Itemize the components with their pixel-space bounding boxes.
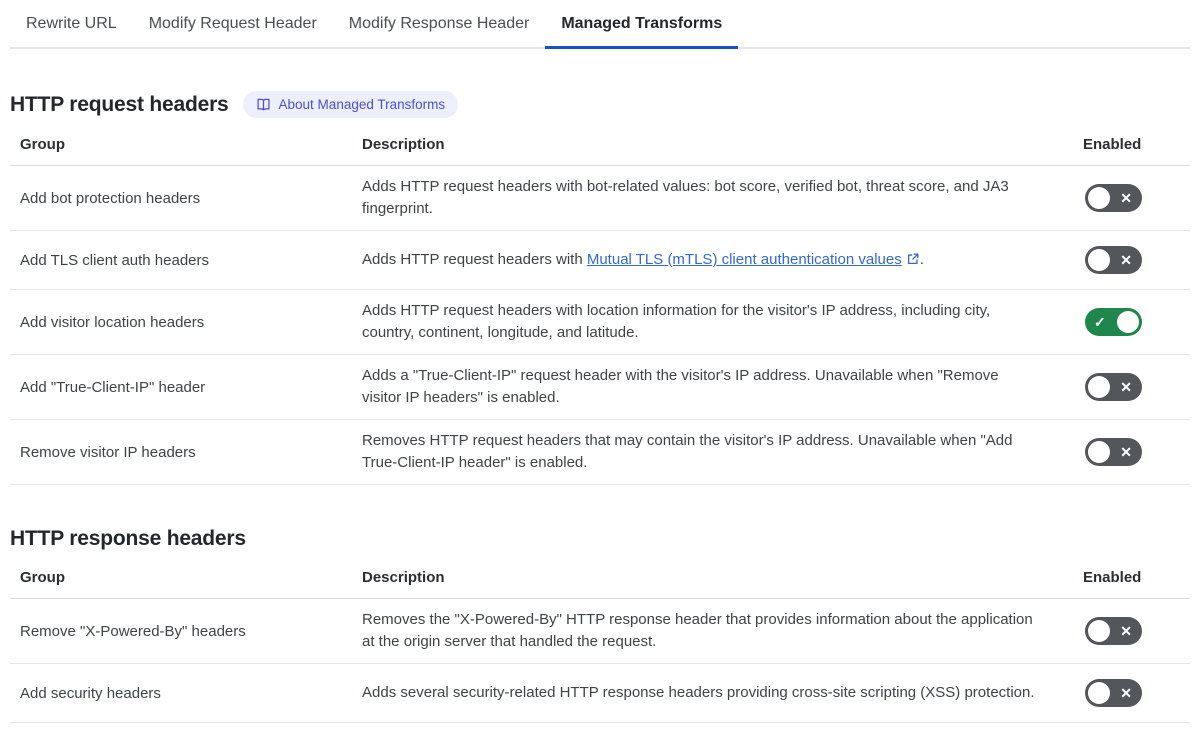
toggle-knob bbox=[1088, 441, 1110, 463]
toggle-add-visitor-location-headers[interactable]: ✕ ✓ bbox=[1085, 308, 1142, 336]
table-header-row: Group Description Enabled bbox=[10, 563, 1190, 599]
toggle-knob bbox=[1088, 376, 1110, 398]
external-link-icon bbox=[902, 251, 920, 268]
request-headers-table: Group Description Enabled Add bot protec… bbox=[10, 130, 1190, 485]
check-icon: ✓ bbox=[1094, 314, 1106, 330]
x-icon: ✕ bbox=[1120, 685, 1132, 701]
toggle-knob bbox=[1088, 682, 1110, 704]
column-header-description: Description bbox=[362, 130, 1080, 166]
group-description: Adds HTTP request headers with location … bbox=[362, 289, 1080, 355]
group-description: Removes the "X-Powered-By" HTTP response… bbox=[362, 598, 1080, 664]
tab-modify-request-header[interactable]: Modify Request Header bbox=[133, 0, 333, 47]
group-name: Add TLS client auth headers bbox=[10, 230, 362, 290]
column-header-group: Group bbox=[10, 563, 362, 599]
x-icon: ✕ bbox=[1120, 379, 1132, 395]
tab-rewrite-url[interactable]: Rewrite URL bbox=[10, 0, 133, 47]
x-icon: ✕ bbox=[1120, 444, 1132, 460]
table-row: Remove "X-Powered-By" headers Removes th… bbox=[10, 598, 1190, 664]
response-headers-section-header: HTTP response headers bbox=[10, 527, 1190, 551]
response-headers-table: Group Description Enabled Remove "X-Powe… bbox=[10, 563, 1190, 723]
group-name: Remove visitor IP headers bbox=[10, 419, 362, 485]
section-title: HTTP response headers bbox=[10, 527, 246, 550]
table-row: Add TLS client auth headers Adds HTTP re… bbox=[10, 230, 1190, 290]
x-icon: ✕ bbox=[1120, 623, 1132, 639]
column-header-group: Group bbox=[10, 130, 362, 166]
toggle-add-true-client-ip-header[interactable]: ✕ ✓ bbox=[1085, 373, 1142, 401]
book-icon bbox=[256, 97, 271, 112]
x-icon: ✕ bbox=[1120, 190, 1132, 206]
table-row: Add bot protection headers Adds HTTP req… bbox=[10, 165, 1190, 231]
toggle-knob bbox=[1088, 620, 1110, 642]
column-header-enabled: Enabled bbox=[1080, 130, 1190, 166]
toggle-remove-visitor-ip-headers[interactable]: ✕ ✓ bbox=[1085, 438, 1142, 466]
toggle-add-tls-client-auth-headers[interactable]: ✕ ✓ bbox=[1085, 246, 1142, 274]
column-header-description: Description bbox=[362, 563, 1080, 599]
table-header-row: Group Description Enabled bbox=[10, 130, 1190, 166]
group-description: Adds HTTP request headers with Mutual TL… bbox=[362, 230, 1080, 290]
group-name: Add "True-Client-IP" header bbox=[10, 354, 362, 420]
table-row: Add security headers Adds several securi… bbox=[10, 663, 1190, 723]
section-title: HTTP request headers bbox=[10, 92, 229, 116]
group-name: Add security headers bbox=[10, 663, 362, 723]
about-badge-label: About Managed Transforms bbox=[278, 97, 446, 112]
column-header-enabled: Enabled bbox=[1080, 563, 1190, 599]
toggle-add-bot-protection-headers[interactable]: ✕ ✓ bbox=[1085, 184, 1142, 212]
description-text: Adds HTTP request headers with bbox=[362, 251, 587, 268]
tab-label: Rewrite URL bbox=[26, 14, 117, 32]
toggle-knob bbox=[1088, 249, 1110, 271]
toggle-add-security-headers[interactable]: ✕ ✓ bbox=[1085, 679, 1142, 707]
group-description: Adds HTTP request headers with bot-relat… bbox=[362, 165, 1080, 231]
toggle-remove-x-powered-by-headers[interactable]: ✕ ✓ bbox=[1085, 617, 1142, 645]
group-name: Add visitor location headers bbox=[10, 289, 362, 355]
group-description: Adds several security-related HTTP respo… bbox=[362, 663, 1080, 723]
group-name: Remove "X-Powered-By" headers bbox=[10, 598, 362, 664]
group-description: Adds a "True-Client-IP" request header w… bbox=[362, 354, 1080, 420]
tab-bar: Rewrite URL Modify Request Header Modify… bbox=[10, 0, 1190, 49]
group-description: Removes HTTP request headers that may co… bbox=[362, 419, 1080, 485]
tab-label: Modify Response Header bbox=[348, 14, 530, 32]
tab-modify-response-header[interactable]: Modify Response Header bbox=[333, 0, 546, 47]
tab-managed-transforms[interactable]: Managed Transforms bbox=[545, 0, 739, 49]
toggle-knob bbox=[1117, 311, 1139, 333]
tab-label: Managed Transforms bbox=[561, 14, 723, 32]
table-row: Add "True-Client-IP" header Adds a "True… bbox=[10, 354, 1190, 420]
managed-transforms-page: Rewrite URL Modify Request Header Modify… bbox=[0, 0, 1200, 742]
mtls-docs-link[interactable]: Mutual TLS (mTLS) client authentication … bbox=[587, 251, 920, 268]
about-managed-transforms-link[interactable]: About Managed Transforms bbox=[242, 91, 459, 118]
group-name: Add bot protection headers bbox=[10, 165, 362, 231]
table-row: Remove visitor IP headers Removes HTTP r… bbox=[10, 419, 1190, 485]
x-icon: ✕ bbox=[1120, 252, 1132, 268]
tab-label: Modify Request Header bbox=[148, 14, 317, 32]
description-text: . bbox=[919, 251, 924, 268]
request-headers-section-header: HTTP request headers About Managed Trans… bbox=[10, 91, 1190, 118]
link-text: Mutual TLS (mTLS) client authentication … bbox=[586, 251, 902, 268]
table-row: Add visitor location headers Adds HTTP r… bbox=[10, 289, 1190, 355]
active-tab-underline bbox=[545, 46, 739, 49]
toggle-knob bbox=[1088, 187, 1110, 209]
